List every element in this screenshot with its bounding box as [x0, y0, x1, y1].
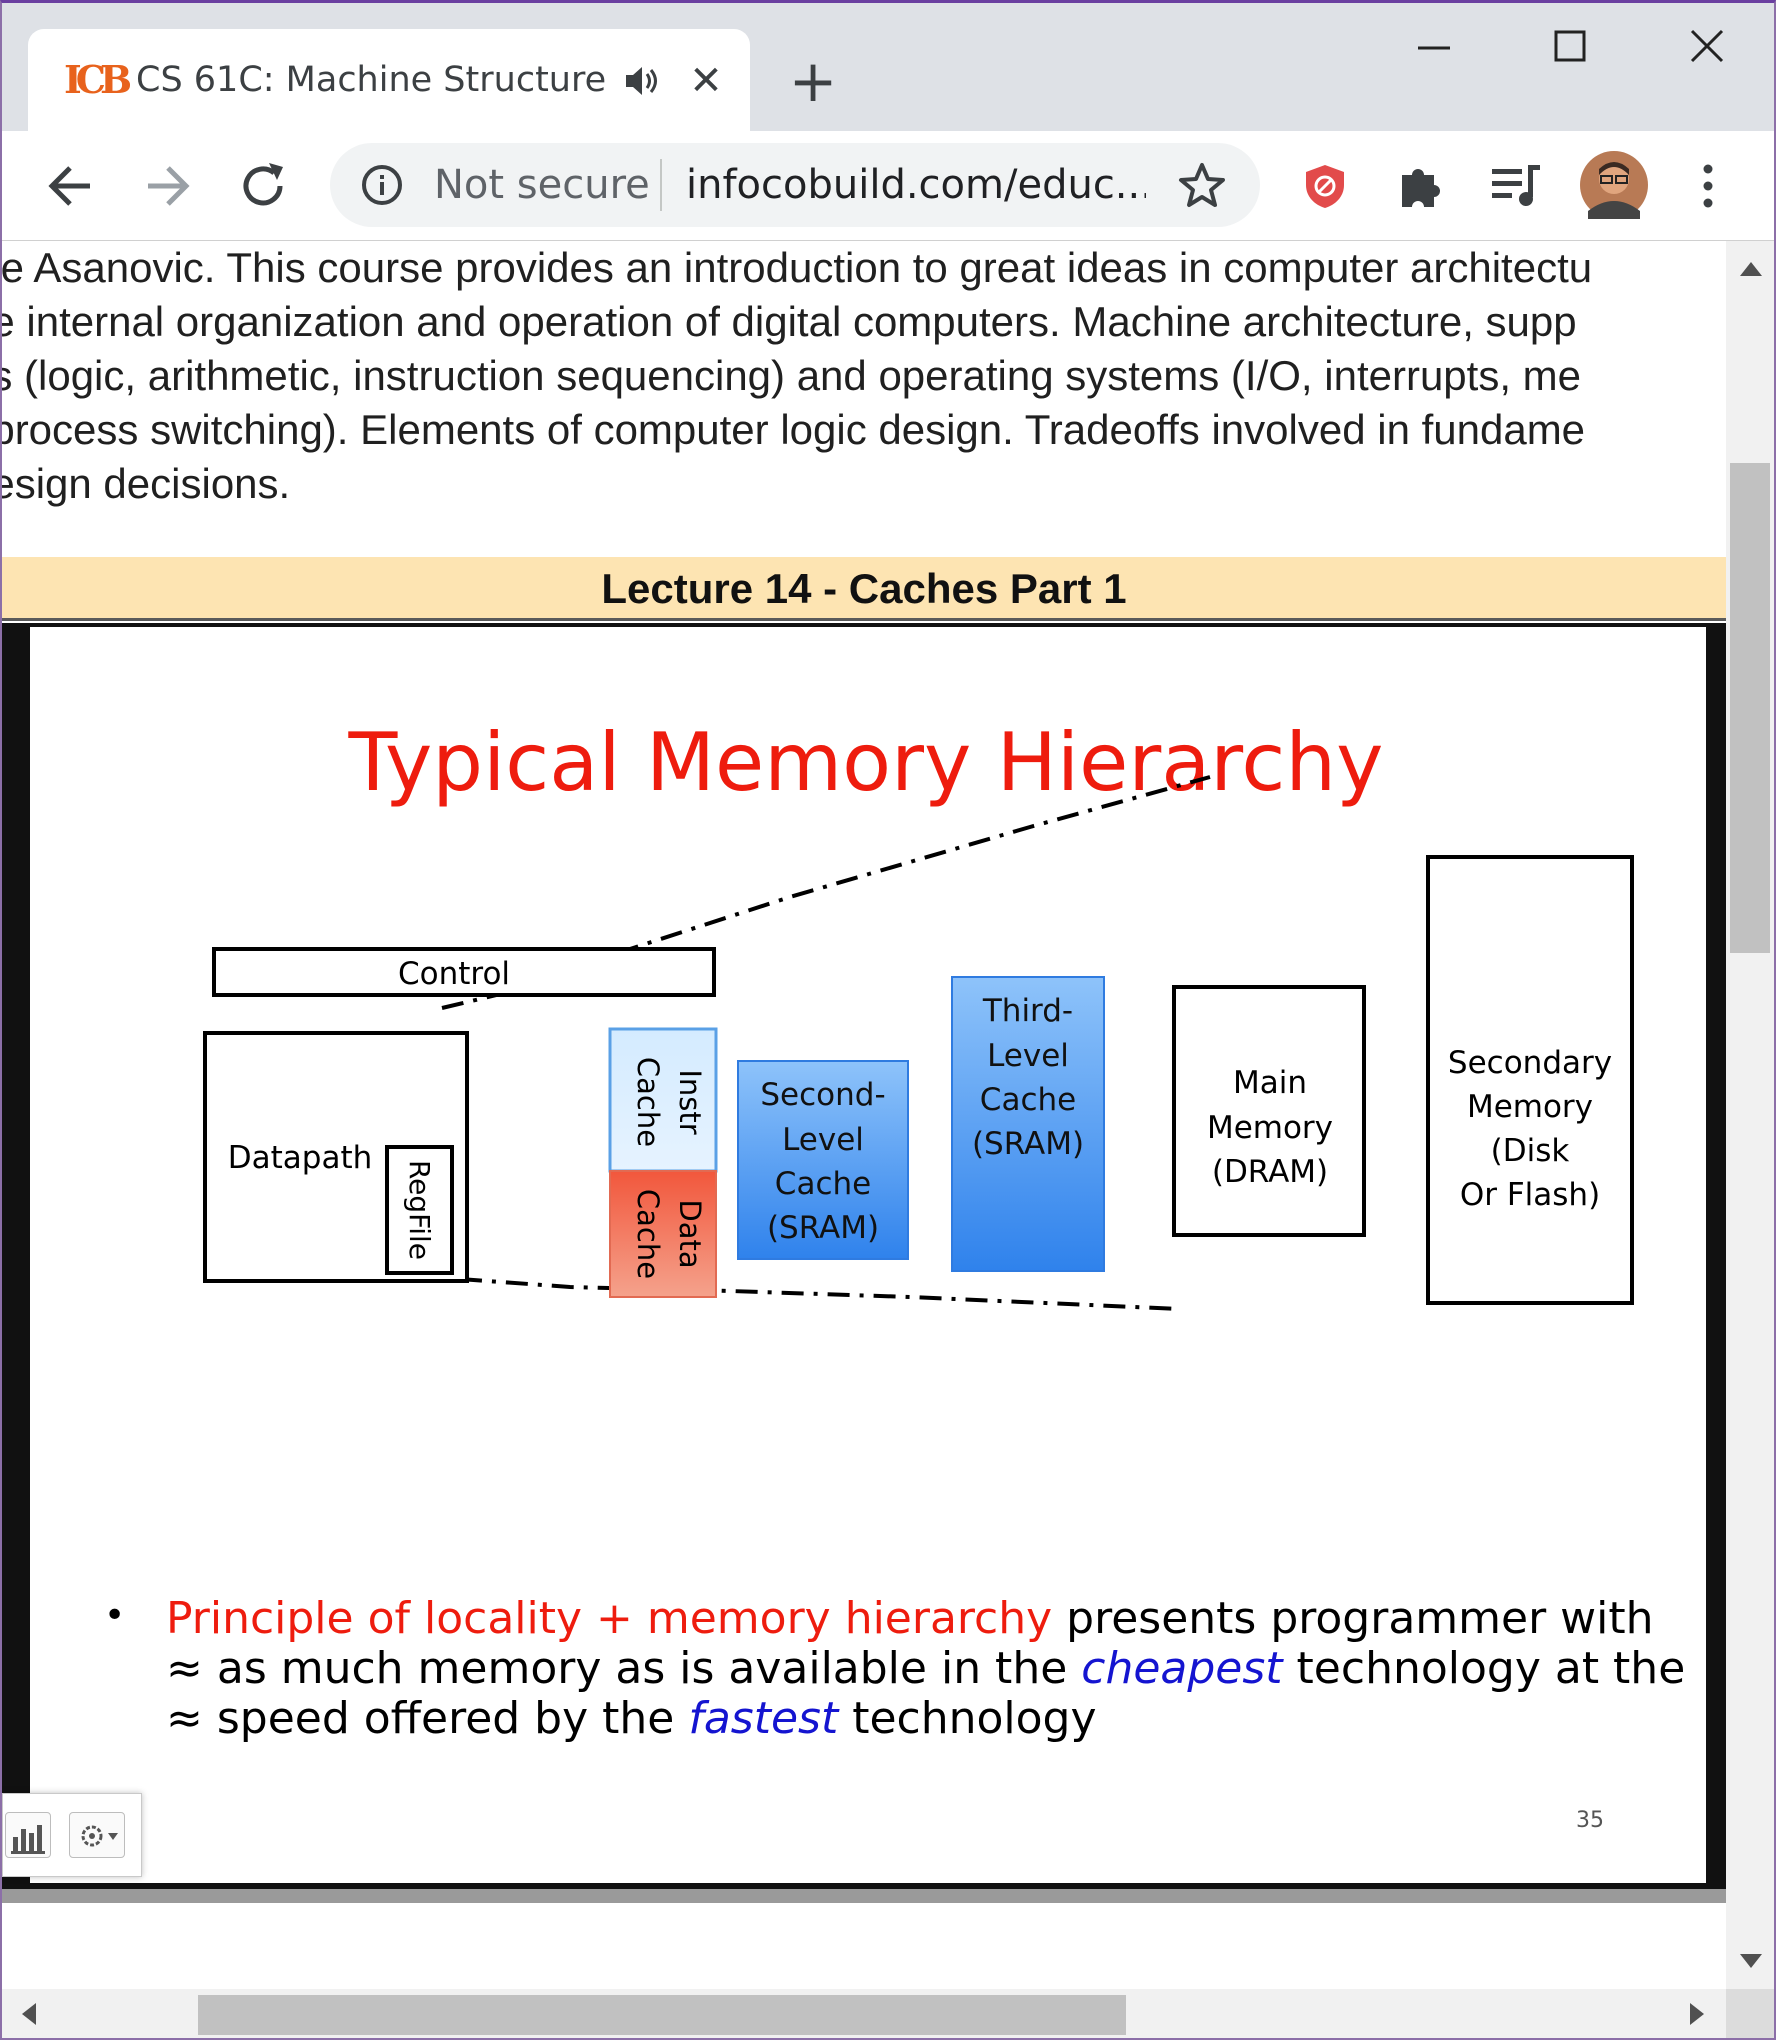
video-player[interactable]: Typical Memory Hierarchy Control Datapat… [2, 623, 1726, 1889]
memory-hierarchy-diagram: Typical Memory Hierarchy Control Datapat… [104, 716, 1685, 1833]
datapath-label: Datapath [228, 1140, 373, 1176]
profile-avatar[interactable] [1580, 151, 1648, 223]
browser-window: ICB CS 61C: Machine Structures ( ✕ + Not… [0, 0, 1776, 2040]
slide-title: Typical Memory Hierarchy [348, 716, 1384, 809]
bullet-point: • [104, 1595, 125, 1636]
security-status[interactable]: Not secure [434, 157, 650, 213]
bullet-line-1-text: presents programmer with [1052, 1593, 1653, 1644]
hierarchy-lower-dashed-line [459, 1277, 1181, 1311]
new-tab-button[interactable]: + [782, 51, 844, 113]
stats-bars-icon[interactable] [5, 1812, 51, 1858]
l2-cache-label: Cache [775, 1166, 871, 1202]
adblock-shield-icon[interactable] [1300, 161, 1350, 215]
vertical-scrollbar[interactable] [1726, 241, 1774, 1989]
horizontal-scrollbar[interactable] [2, 1989, 1726, 2038]
data-cache-label: Data [673, 1199, 707, 1268]
hierarchy-upper-line [437, 883, 500, 890]
omnibox-divider [660, 159, 662, 211]
secondary-memory-label: (Disk [1491, 1133, 1570, 1169]
scroll-left-arrow-icon[interactable] [22, 2003, 36, 2029]
main-memory-label: (DRAM) [1212, 1154, 1328, 1190]
maximize-icon[interactable] [1538, 23, 1602, 73]
bullet-line-1-highlight: Principle of locality + memory hierarchy [166, 1593, 1052, 1644]
secondary-memory-label: Memory [1467, 1089, 1593, 1125]
bookmark-star-icon[interactable] [1178, 161, 1226, 209]
main-memory-label: Main [1233, 1065, 1307, 1101]
horizontal-scroll-thumb[interactable] [198, 1995, 1126, 2035]
l3-cache-label: Cache [980, 1082, 1076, 1118]
player-controls [2, 1793, 142, 1877]
l2-cache-label: Level [782, 1122, 864, 1158]
control-label: Control [398, 956, 510, 992]
bullet-line-2-emphasis: cheapest [1081, 1643, 1284, 1694]
info-icon[interactable] [360, 163, 404, 207]
l2-cache-label: (SRAM) [767, 1210, 879, 1246]
secondary-memory-label: Secondary [1448, 1045, 1612, 1081]
l3-cache-label: (SRAM) [972, 1126, 1084, 1162]
media-queue-icon[interactable] [1490, 161, 1544, 215]
data-cache-label: Cache [631, 1189, 665, 1279]
instr-cache-label: Instr [673, 1069, 707, 1134]
page-viewport: ste Asanovic. This course provides an in… [2, 241, 1726, 1989]
menu-kebab-icon[interactable] [1698, 159, 1718, 217]
regfile-label: RegFile [403, 1160, 436, 1260]
main-memory-label: Memory [1207, 1110, 1333, 1146]
bullet-line-2-prefix: ≈ as much memory as is available in the [166, 1643, 1081, 1694]
description-line: design decisions. [2, 460, 291, 507]
secondary-memory-label: Or Flash) [1460, 1177, 1600, 1213]
l2-cache-label: Second- [760, 1077, 885, 1113]
lecture-title: Lecture 14 - Caches Part 1 [601, 565, 1127, 612]
video-bottom-border [2, 1889, 1726, 1903]
scroll-up-arrow-icon[interactable] [1740, 261, 1762, 280]
browser-toolbar: Not secure infocobuild.com/educ... [2, 131, 1774, 241]
l3-cache-label: Level [987, 1038, 1069, 1074]
scroll-right-arrow-icon[interactable] [1690, 2003, 1704, 2029]
description-line: he internal organization and operation o… [2, 298, 1577, 345]
l3-cache-label: Third- [982, 993, 1073, 1029]
description-line: ste Asanovic. This course provides an in… [2, 244, 1593, 291]
tab-title: CS 61C: Machine Structures ( [136, 60, 606, 100]
address-bar[interactable]: Not secure infocobuild.com/educ... [330, 143, 1260, 227]
reload-icon[interactable] [236, 159, 290, 217]
lecture-header: Lecture 14 - Caches Part 1 [2, 557, 1726, 621]
bullet-line-2-text: technology at the [1283, 1643, 1686, 1694]
instr-cache-label: Cache [631, 1057, 665, 1147]
description-line: es (logic, arithmetic, instruction seque… [2, 352, 1582, 399]
audio-playing-icon[interactable] [620, 61, 660, 101]
description-line: , process switching). Elements of comput… [2, 406, 1586, 453]
bullet-line-3-text: technology [838, 1693, 1096, 1744]
bullet-line-3-prefix: ≈ speed offered by the [166, 1693, 688, 1744]
scrollbar-corner [1726, 1989, 1774, 2038]
scroll-down-arrow-icon[interactable] [1740, 1953, 1762, 1972]
site-favicon-icon: ICB [64, 57, 132, 102]
minimize-icon[interactable] [1402, 23, 1466, 73]
bullet-line-1: Principle of locality + memory hierarchy… [166, 1593, 1654, 1644]
forward-arrow-icon[interactable] [140, 159, 194, 217]
bullet-line-2: ≈ as much memory as is available in the … [166, 1643, 1685, 1694]
back-arrow-icon[interactable] [44, 159, 98, 217]
course-description: ste Asanovic. This course provides an in… [2, 241, 1726, 511]
url-text[interactable]: infocobuild.com/educ... [686, 157, 1146, 213]
extensions-puzzle-icon[interactable] [1394, 161, 1444, 215]
vertical-scroll-thumb[interactable] [1730, 463, 1770, 953]
slide-page-number: 35 [1576, 1808, 1604, 1833]
bullet-line-3-emphasis: fastest [688, 1693, 840, 1744]
tab-strip: ICB CS 61C: Machine Structures ( ✕ + [2, 3, 1774, 131]
lecture-slide: Typical Memory Hierarchy Control Datapat… [30, 627, 1706, 1883]
bullet-line-3: ≈ speed offered by the fastest technolog… [166, 1693, 1097, 1744]
close-tab-icon[interactable]: ✕ [684, 59, 728, 103]
window-close-icon[interactable] [1674, 23, 1738, 73]
browser-tab[interactable]: ICB CS 61C: Machine Structures ( ✕ [28, 29, 750, 131]
settings-gear-icon[interactable] [69, 1812, 125, 1858]
